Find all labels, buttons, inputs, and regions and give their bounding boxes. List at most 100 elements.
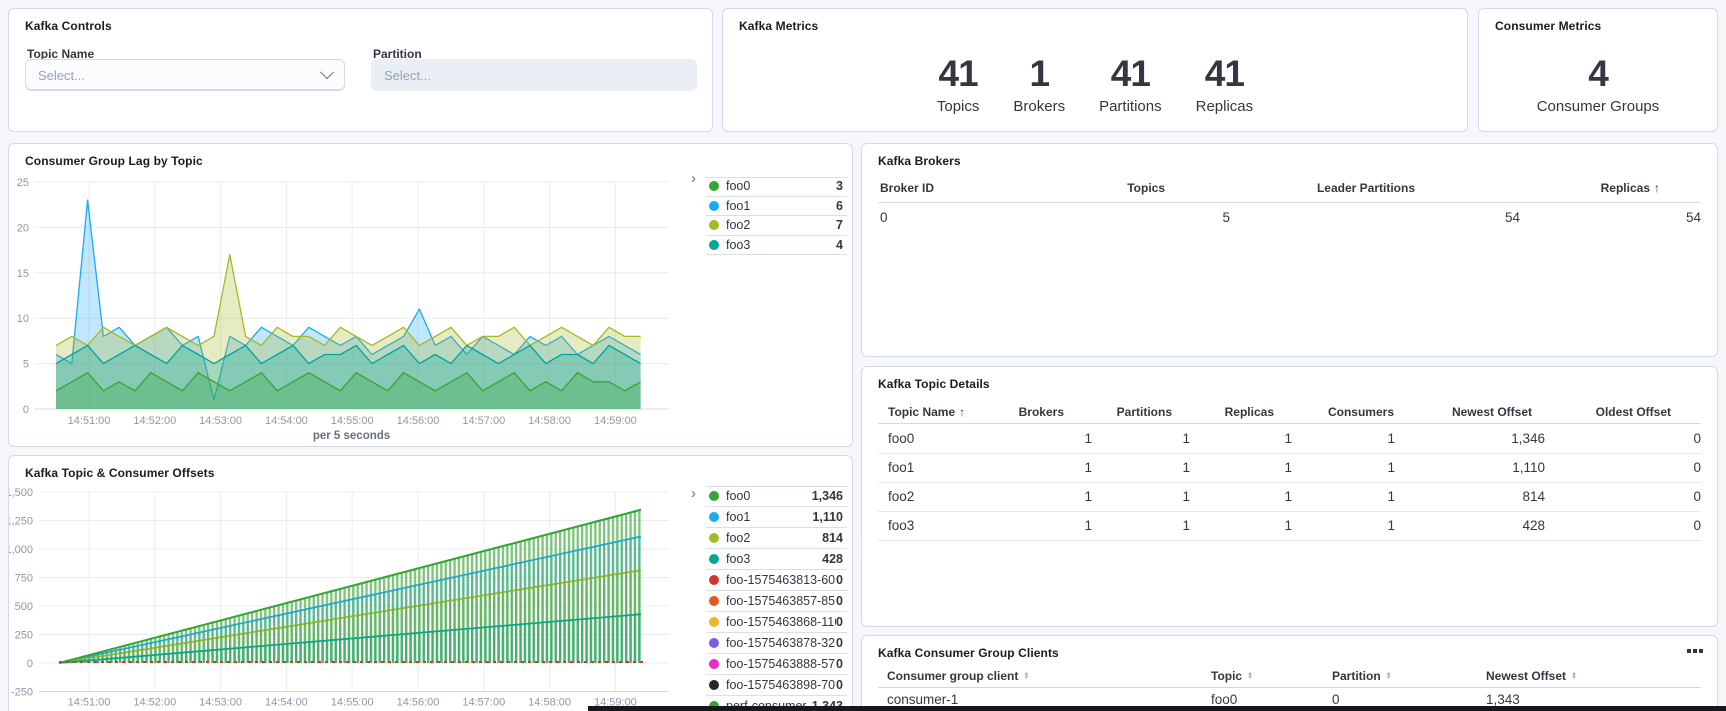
svg-text:25: 25 xyxy=(17,177,29,189)
col-header-consumer-group-client[interactable]: Consumer group client▲▼ xyxy=(887,669,1029,683)
svg-text:14:58:00: 14:58:00 xyxy=(528,415,571,427)
cell: 1 xyxy=(1084,489,1092,504)
topic-name-placeholder: Select... xyxy=(38,68,85,83)
panel-title: Kafka Topic & Consumer Offsets xyxy=(25,466,214,480)
col-header-partition[interactable]: Partition▲▼ xyxy=(1332,669,1392,683)
series-dot xyxy=(709,201,719,211)
cell: 1,346 xyxy=(1511,431,1545,446)
series-dot xyxy=(709,533,719,543)
metrics-row: 41 Topics 1 Brokers 41 Partitions 41 Rep… xyxy=(723,55,1467,115)
svg-text:10: 10 xyxy=(17,313,29,325)
legend-item[interactable]: foo0 1,346 xyxy=(706,486,847,507)
col-header-consumers[interactable]: Consumers xyxy=(1328,405,1394,419)
col-header-leader-partitions[interactable]: Leader Partitions xyxy=(1317,181,1415,195)
cell: 1 xyxy=(1284,489,1292,504)
sort-carets-icon: ▲▼ xyxy=(1386,673,1392,680)
sort-asc-icon: ↑ xyxy=(1654,181,1660,195)
svg-text:14:55:00: 14:55:00 xyxy=(331,415,374,427)
series-dot xyxy=(709,575,719,585)
panel-title: Consumer Group Lag by Topic xyxy=(25,154,203,168)
lag-chart-panel: Consumer Group Lag by Topic 051015202514… xyxy=(8,143,853,447)
col-header-replicas[interactable]: Replicas xyxy=(1225,405,1274,419)
svg-text:14:57:00: 14:57:00 xyxy=(462,415,505,427)
legend-item[interactable]: foo-1575463898-70... 0 xyxy=(706,675,847,696)
lag-legend: foo0 3 foo1 6 foo2 7 foo3 4 xyxy=(706,177,847,255)
svg-text:1,250: 1,250 xyxy=(9,516,33,528)
metric-partitions: 41 Partitions xyxy=(1099,55,1162,115)
col-header-broker-id[interactable]: Broker ID xyxy=(880,181,934,195)
legend-item[interactable]: foo3 428 xyxy=(706,549,847,570)
col-header-partitions[interactable]: Partitions xyxy=(1117,405,1172,419)
cell-consumer-group-client: consumer-1 xyxy=(887,692,958,707)
legend-item-foo2[interactable]: foo2 7 xyxy=(706,216,847,236)
kafka-metrics-panel: Kafka Metrics 41 Topics 1 Brokers 41 Par… xyxy=(722,8,1468,132)
panel-title: Kafka Metrics xyxy=(739,19,818,33)
col-header-topic[interactable]: Topic▲▼ xyxy=(1211,669,1253,683)
offsets-chart-panel: Kafka Topic & Consumer Offsets -25002505… xyxy=(8,455,853,711)
series-dot xyxy=(709,617,719,627)
col-header-topics[interactable]: Topics xyxy=(1127,181,1165,195)
cell: 1 xyxy=(1084,518,1092,533)
topic-name-select[interactable]: Select... xyxy=(25,59,345,91)
svg-text:14:52:00: 14:52:00 xyxy=(133,415,176,427)
legend-item[interactable]: foo-1575463868-116... 0 xyxy=(706,612,847,633)
legend-item[interactable]: foo-1575463888-57... 0 xyxy=(706,654,847,675)
kafka-brokers-panel: Kafka Brokers Broker ID Topics Leader Pa… xyxy=(861,143,1718,357)
legend-item-foo3[interactable]: foo3 4 xyxy=(706,236,847,256)
svg-text:0: 0 xyxy=(23,404,29,416)
series-dot xyxy=(709,491,719,501)
cell: 1 xyxy=(1284,460,1292,475)
legend-item[interactable]: foo-1575463857-85... 0 xyxy=(706,591,847,612)
svg-text:0: 0 xyxy=(27,658,33,670)
cell-topics: 5 xyxy=(1222,210,1230,225)
cell: 1 xyxy=(1387,489,1395,504)
legend-item-foo0[interactable]: foo0 3 xyxy=(706,177,847,197)
series-dot xyxy=(709,220,719,230)
legend-item[interactable]: foo1 1,110 xyxy=(706,507,847,528)
partition-placeholder: Select... xyxy=(384,68,431,83)
col-header-newest-offset[interactable]: Newest Offset▲▼ xyxy=(1486,669,1577,683)
svg-text:250: 250 xyxy=(15,630,33,642)
cell: 814 xyxy=(1522,489,1545,504)
col-header-oldest-offset[interactable]: Oldest Offset xyxy=(1596,405,1671,419)
legend-expand-chevron-icon[interactable]: › xyxy=(691,170,696,187)
cell: 0 xyxy=(1693,460,1701,475)
chevron-down-icon xyxy=(320,65,334,79)
panel-options-icon[interactable] xyxy=(1683,642,1707,660)
svg-text:20: 20 xyxy=(17,222,29,234)
legend-item[interactable]: foo-1575463878-32... 0 xyxy=(706,633,847,654)
metric-brokers: 1 Brokers xyxy=(1013,55,1065,115)
cell: 1 xyxy=(1387,518,1395,533)
legend-item[interactable]: foo2 814 xyxy=(706,528,847,549)
svg-text:14:56:00: 14:56:00 xyxy=(397,415,440,427)
svg-text:14:51:00: 14:51:00 xyxy=(68,697,111,709)
legend-expand-chevron-icon[interactable]: › xyxy=(691,485,696,502)
partition-select[interactable]: Select... xyxy=(371,59,697,91)
series-dot xyxy=(709,512,719,522)
svg-text:14:54:00: 14:54:00 xyxy=(265,415,308,427)
col-header-newest-offset[interactable]: Newest Offset xyxy=(1452,405,1532,419)
cell: 1 xyxy=(1387,460,1395,475)
cell-replicas: 54 xyxy=(1686,210,1701,225)
cell: 1 xyxy=(1182,431,1190,446)
svg-text:1,000: 1,000 xyxy=(9,544,33,556)
kafka-controls-panel: Kafka Controls Topic Name Select... Part… xyxy=(8,8,713,132)
legend-item[interactable]: foo-1575463813-60... 0 xyxy=(706,570,847,591)
cell: 0 xyxy=(1693,518,1701,533)
cell: 1 xyxy=(1084,431,1092,446)
col-header-topic-name[interactable]: Topic Name↑ xyxy=(888,405,965,419)
svg-text:14:52:00: 14:52:00 xyxy=(133,697,176,709)
col-header-brokers[interactable]: Brokers xyxy=(1019,405,1064,419)
series-dot xyxy=(709,240,719,250)
cell: 1 xyxy=(1284,431,1292,446)
panel-title: Kafka Consumer Group Clients xyxy=(878,646,1059,660)
svg-text:14:53:00: 14:53:00 xyxy=(199,415,242,427)
svg-text:14:55:00: 14:55:00 xyxy=(331,697,374,709)
cell-topic: foo0 xyxy=(1211,692,1237,707)
sort-carets-icon: ▲▼ xyxy=(1023,673,1029,680)
sort-carets-icon: ▲▼ xyxy=(1571,673,1577,680)
svg-text:-250: -250 xyxy=(11,687,33,699)
metric-replicas: 41 Replicas xyxy=(1196,55,1254,115)
legend-item-foo1[interactable]: foo1 6 xyxy=(706,197,847,217)
col-header-replicas[interactable]: Replicas↑ xyxy=(1601,181,1660,195)
